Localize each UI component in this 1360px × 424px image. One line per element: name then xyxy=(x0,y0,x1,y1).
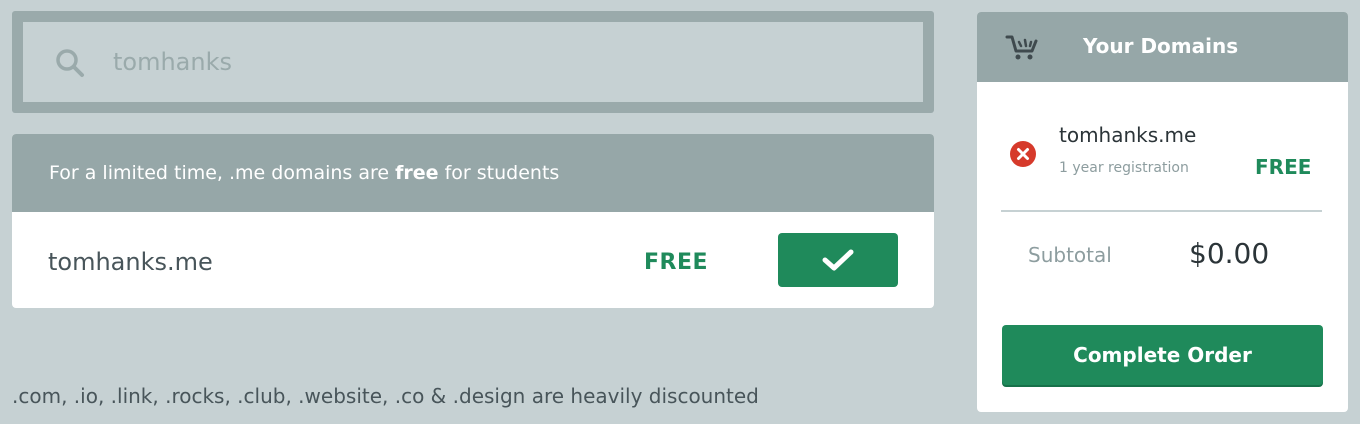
your-domains-panel: Your Domains tomhanks.me 1 year registra… xyxy=(977,12,1348,412)
checkmark-icon xyxy=(822,249,854,271)
promo-text-before: For a limited time, .me domains are xyxy=(49,162,396,184)
cart-divider xyxy=(1001,210,1322,212)
promo-text-bold: free xyxy=(395,162,439,184)
cart-item-term: 1 year registration xyxy=(1059,160,1189,176)
discount-note: .com, .io, .link, .rocks, .club, .websit… xyxy=(12,384,759,408)
promo-text-after: for students xyxy=(438,162,560,184)
cart-header: Your Domains xyxy=(977,12,1348,82)
subtotal-value: $0.00 xyxy=(1189,237,1270,270)
search-icon xyxy=(56,49,84,77)
domain-price: FREE xyxy=(644,250,709,275)
cart-item: tomhanks.me 1 year registration FREE xyxy=(977,82,1348,212)
promo-banner: For a limited time, .me domains are free… xyxy=(12,134,934,212)
subtotal-label: Subtotal xyxy=(1028,243,1112,267)
search-box xyxy=(12,11,934,113)
domain-result-card: For a limited time, .me domains are free… xyxy=(12,134,934,308)
cart-title: Your Domains xyxy=(1083,34,1239,58)
search-input[interactable] xyxy=(113,22,893,102)
cart-item-price: FREE xyxy=(1255,155,1312,179)
select-domain-button[interactable] xyxy=(778,233,898,287)
domain-result-row: tomhanks.me FREE xyxy=(12,212,934,308)
remove-icon[interactable] xyxy=(1009,140,1037,168)
search-field-wrapper xyxy=(23,22,923,102)
domain-name: tomhanks.me xyxy=(48,248,213,276)
cart-icon xyxy=(1005,35,1038,60)
complete-order-button[interactable]: Complete Order xyxy=(1002,325,1323,385)
promo-text: For a limited time, .me domains are free… xyxy=(49,162,559,184)
cart-item-name: tomhanks.me xyxy=(1059,123,1197,147)
